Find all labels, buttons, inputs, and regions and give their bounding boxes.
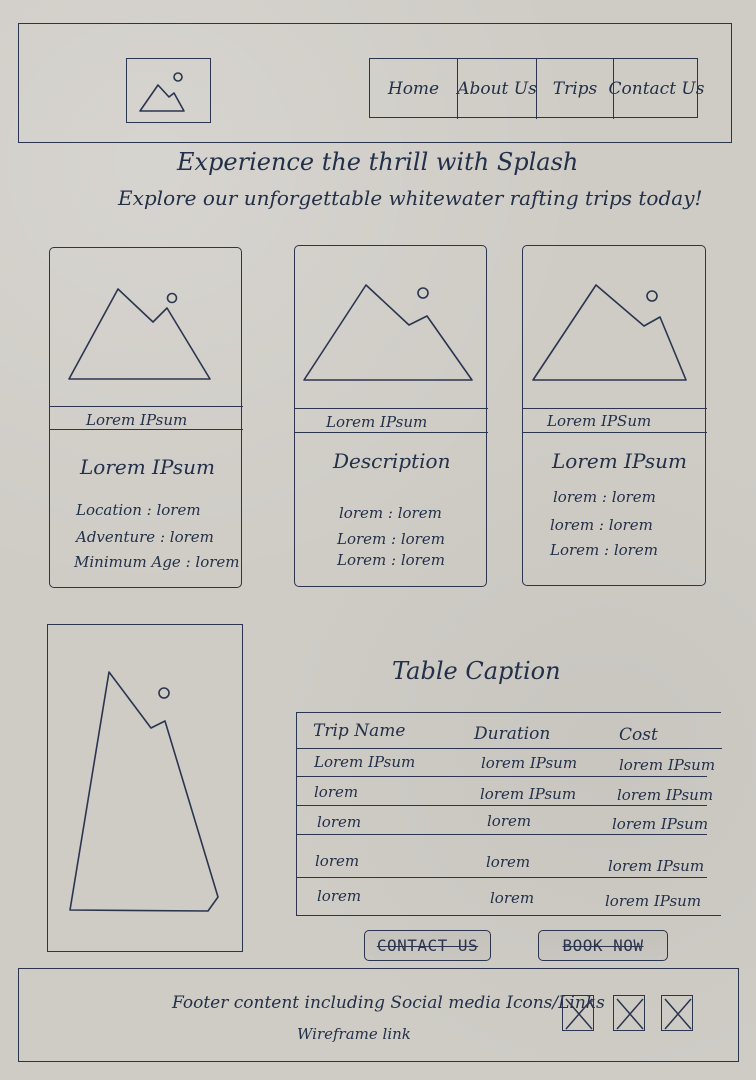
nav-trips-label: Trips: [552, 78, 598, 99]
card-2-divider-top: [295, 408, 488, 409]
nav-home-label: Home: [387, 78, 440, 99]
card-3-divider-top: [523, 408, 707, 409]
card-1-divider-bottom: [50, 429, 243, 430]
card-1-line-3: Minimum Age : lorem: [74, 553, 240, 571]
table-cell-2-2: lorem IPsum: [480, 785, 577, 803]
table-cell-1-3: lorem IPsum: [619, 756, 716, 774]
card-2-caption: Lorem IPsum: [326, 413, 428, 431]
hero-title: Experience the thrill with Splash: [177, 148, 579, 176]
card-1-line-1: Location : lorem: [76, 501, 201, 519]
table-row-divider-3: [297, 834, 707, 835]
card-1-title: Lorem IPsum: [80, 455, 215, 479]
table-cell-5-2: lorem: [490, 889, 535, 907]
trip-card-2: Lorem IPsum Description lorem : lorem Lo…: [294, 245, 488, 587]
social-placeholder-icon: [616, 998, 644, 1030]
nav-about-us[interactable]: About Us: [457, 59, 537, 119]
table-cell-1-2: lorem IPsum: [481, 754, 578, 772]
card-2-line-1: lorem : lorem: [339, 504, 442, 522]
feature-image-placeholder: [47, 624, 243, 952]
wireframe-page: Home About Us Trips Contact Us Experienc…: [0, 0, 756, 1080]
table-header-cost: Cost: [619, 725, 658, 745]
table-cell-4-3: lorem IPsum: [608, 857, 705, 875]
trip-card-3: Lorem IPSum Lorem IPsum lorem : lorem lo…: [522, 245, 707, 586]
table-header-duration: Duration: [474, 724, 551, 744]
card-3-line-1: lorem : lorem: [553, 488, 656, 506]
nav-trips[interactable]: Trips: [537, 59, 614, 119]
card-3-title: Lorem IPsum: [552, 449, 687, 473]
card-3-line-3: Lorem : lorem: [550, 541, 658, 559]
card-1-line-2: Adventure : lorem: [76, 528, 214, 546]
contact-us-button-label: CONTACT US: [376, 936, 479, 955]
social-link-1[interactable]: [562, 995, 594, 1031]
table-cell-4-2: lorem: [486, 853, 531, 871]
table-cell-4-1: lorem: [315, 852, 360, 870]
social-placeholder-icon: [565, 998, 593, 1030]
table-header-divider: [297, 748, 722, 749]
table-cell-3-1: lorem: [317, 813, 362, 831]
image-placeholder-icon: [303, 284, 473, 381]
nav-about-us-label: About Us: [457, 78, 537, 99]
table-cell-3-3: lorem IPsum: [612, 815, 709, 833]
nav-contact-us-label: Contact Us: [608, 78, 705, 99]
card-2-divider-bottom: [295, 432, 488, 433]
card-2-title: Description: [333, 449, 451, 473]
table-row-divider-1: [297, 776, 707, 777]
trip-card-1: Lorem IPsum Lorem IPsum Location : lorem…: [49, 247, 243, 588]
footer-text-line-2[interactable]: Wireframe link: [297, 1027, 411, 1042]
table-cell-2-3: lorem IPsum: [617, 786, 714, 804]
image-placeholder-icon: [139, 72, 185, 112]
card-1-caption: Lorem IPsum: [86, 411, 188, 429]
contact-us-button[interactable]: CONTACT US: [364, 930, 491, 961]
card-3-caption: Lorem IPSum: [547, 412, 652, 430]
social-placeholder-icon: [664, 998, 692, 1030]
card-1-divider-top: [50, 406, 243, 407]
image-placeholder-icon: [532, 284, 687, 381]
logo-placeholder: [126, 58, 211, 123]
top-navigation: Home About Us Trips Contact Us: [369, 58, 705, 119]
card-2-line-3: Lorem : lorem: [337, 551, 445, 569]
card-3-line-2: lorem : lorem: [550, 516, 653, 534]
image-placeholder-icon: [68, 288, 211, 380]
table-cell-5-3: lorem IPsum: [605, 892, 702, 910]
social-link-2[interactable]: [613, 995, 645, 1031]
table-row-divider-4: [297, 877, 707, 878]
nav-contact-us[interactable]: Contact Us: [609, 59, 705, 119]
table-row-divider-2: [297, 805, 707, 806]
site-footer: Footer content including Social media Ic…: [18, 968, 739, 1062]
card-2-line-2: Lorem : lorem: [337, 530, 445, 548]
table-caption: Table Caption: [392, 657, 561, 685]
table-cell-3-2: lorem: [487, 812, 532, 830]
table-cell-2-1: lorem: [314, 783, 359, 801]
table-header-trip-name: Trip Name: [313, 721, 406, 741]
trips-table: Trip Name Duration Cost Lorem IPsum lore…: [296, 712, 722, 916]
card-3-divider-bottom: [523, 432, 707, 433]
social-link-3[interactable]: [661, 995, 693, 1031]
footer-text-line-1: Footer content including Social media Ic…: [172, 993, 605, 1013]
table-cell-5-1: lorem: [317, 887, 362, 905]
nav-home[interactable]: Home: [370, 59, 458, 119]
book-now-button-label: BOOK NOW: [562, 936, 644, 955]
hero-subtitle: Explore our unforgettable whitewater raf…: [118, 186, 703, 210]
table-cell-1-1: Lorem IPsum: [314, 753, 416, 771]
image-placeholder-icon: [69, 671, 219, 912]
book-now-button[interactable]: BOOK NOW: [538, 930, 668, 961]
